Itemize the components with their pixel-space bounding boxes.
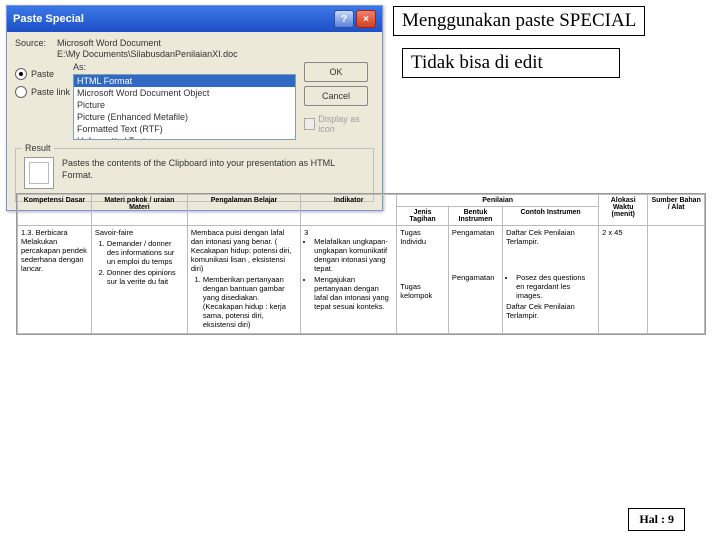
list-item[interactable]: Unformatted Text bbox=[74, 135, 295, 140]
list-item[interactable]: HTML Format bbox=[74, 75, 295, 87]
result-text: Pastes the contents of the Clipboard int… bbox=[62, 157, 365, 189]
as-label: As: bbox=[73, 62, 296, 72]
syllabus-table: Kompetensi Dasar Materi pokok / uraian M… bbox=[17, 194, 705, 334]
ok-button[interactable]: OK bbox=[304, 62, 368, 82]
source-value: Microsoft Word Document E:\My Documents\… bbox=[57, 38, 374, 60]
pasted-content: Kompetensi Dasar Materi pokok / uraian M… bbox=[16, 193, 706, 335]
table-row: 1.3. Berbicara Melakukan percakapan pend… bbox=[18, 226, 705, 334]
annotation-title: Menggunakan paste SPECIAL bbox=[393, 6, 645, 36]
list-item[interactable]: Formatted Text (RTF) bbox=[74, 123, 295, 135]
cancel-button[interactable]: Cancel bbox=[304, 86, 368, 106]
page-number: Hal : 9 bbox=[628, 508, 685, 531]
list-item[interactable]: Picture bbox=[74, 99, 295, 111]
titlebar[interactable]: Paste Special ? × bbox=[7, 6, 382, 32]
display-as-icon-checkbox: Display as icon bbox=[304, 114, 374, 134]
close-button[interactable]: × bbox=[356, 10, 376, 28]
paste-special-dialog: Paste Special ? × Source: Microsoft Word… bbox=[6, 5, 383, 211]
help-button[interactable]: ? bbox=[334, 10, 354, 28]
paste-icon bbox=[24, 157, 54, 189]
format-listbox[interactable]: HTML Format Microsoft Word Document Obje… bbox=[73, 74, 296, 140]
annotation-note: Tidak bisa di edit bbox=[402, 48, 620, 78]
result-label: Result bbox=[22, 143, 54, 153]
dialog-title: Paste Special bbox=[13, 13, 332, 25]
paste-radio[interactable]: Paste bbox=[15, 68, 73, 80]
source-label: Source: bbox=[15, 38, 57, 60]
list-item[interactable]: Microsoft Word Document Object bbox=[74, 87, 295, 99]
paste-link-radio[interactable]: Paste link bbox=[15, 86, 73, 98]
list-item[interactable]: Picture (Enhanced Metafile) bbox=[74, 111, 295, 123]
